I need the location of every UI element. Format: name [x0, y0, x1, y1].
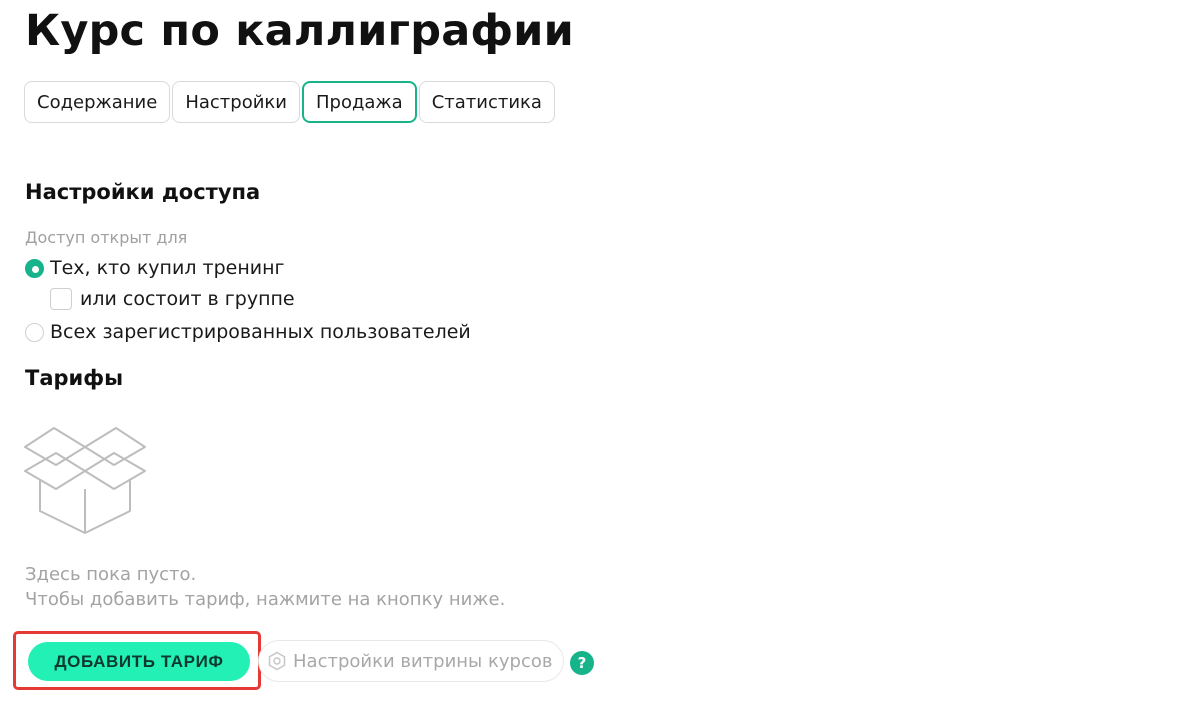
tab-bar: Содержание Настройки Продажа Статистика — [24, 81, 555, 123]
radio-option-all-registered-label: Всех зарегистрированных пользователей — [50, 321, 471, 343]
radio-option-buyers[interactable]: Тех, кто купил тренинг — [25, 257, 285, 279]
help-icon[interactable]: ? — [570, 651, 594, 675]
radio-unchecked-icon[interactable] — [25, 322, 44, 342]
showcase-settings-label: Настройки витрины курсов — [293, 650, 553, 672]
showcase-settings-button[interactable]: Настройки витрины курсов — [258, 640, 564, 682]
add-tariff-highlight: ДОБАВИТЬ ТАРИФ — [13, 631, 261, 690]
empty-state-line-2: Чтобы добавить тариф, нажмите на кнопку … — [25, 589, 506, 610]
group-checkbox-row[interactable]: или состоит в группе — [50, 288, 295, 310]
access-settings-title: Настройки доступа — [25, 180, 261, 204]
tab-content[interactable]: Содержание — [24, 81, 171, 123]
group-checkbox[interactable] — [50, 288, 72, 310]
radio-checked-icon[interactable] — [25, 258, 44, 278]
access-open-for-label: Доступ открыт для — [25, 228, 188, 247]
tab-settings[interactable]: Настройки — [172, 81, 300, 123]
hexagon-settings-icon — [268, 651, 286, 671]
empty-state-line-1: Здесь пока пусто. — [25, 564, 197, 585]
tab-sales[interactable]: Продажа — [301, 81, 417, 123]
empty-box-icon — [24, 427, 146, 534]
add-tariff-button[interactable]: ДОБАВИТЬ ТАРИФ — [28, 642, 250, 681]
tab-statistics[interactable]: Статистика — [418, 81, 555, 123]
radio-option-buyers-label: Тех, кто купил тренинг — [50, 257, 285, 279]
page-title: Курс по каллиграфии — [25, 6, 574, 56]
tariffs-title: Тарифы — [25, 366, 124, 390]
group-checkbox-label: или состоит в группе — [80, 288, 295, 310]
radio-option-all-registered[interactable]: Всех зарегистрированных пользователей — [25, 321, 471, 343]
